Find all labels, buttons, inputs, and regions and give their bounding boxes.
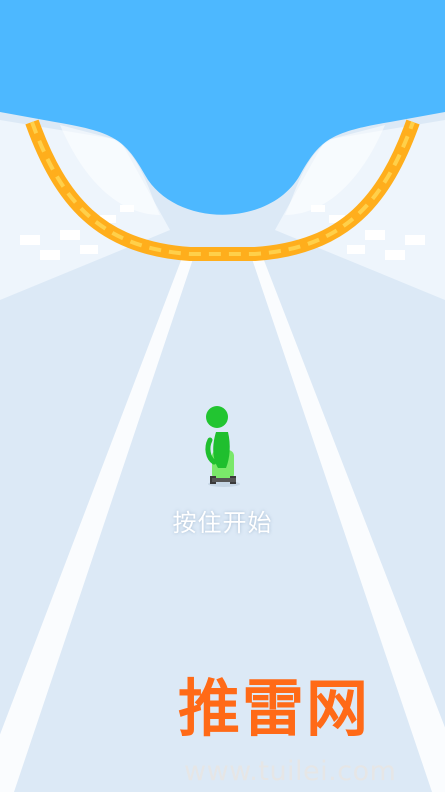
- watermark-url: www.tuilei.com: [184, 756, 397, 787]
- watermark-logo: 推雷网: [178, 672, 371, 745]
- watermark: 推雷网 www.tuilei.com: [176, 672, 445, 792]
- start-hint-text: 按住开始: [172, 509, 273, 537]
